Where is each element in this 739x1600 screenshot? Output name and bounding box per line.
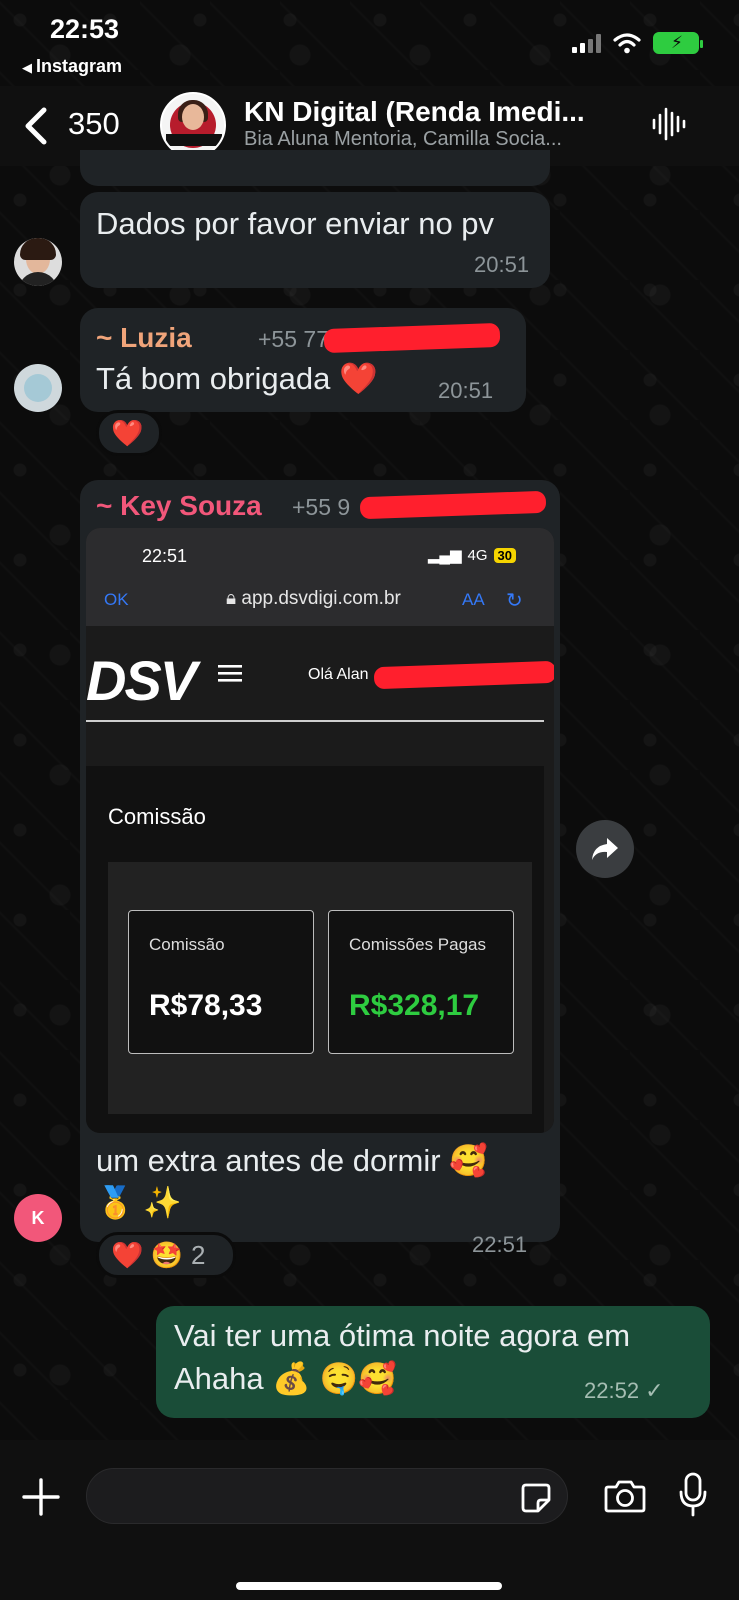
signal-icon [572, 33, 601, 53]
screenshot-url: 🔒︎ app.dsvdigi.com.br [226, 588, 401, 610]
avatar-letter: K [31, 1207, 45, 1228]
message-time: 20:51 [438, 378, 494, 403]
message-bubble[interactable]: Dados por favor enviar no pv 20:51 [80, 192, 550, 288]
message-reactions[interactable]: ❤️ 🤩 2 [96, 1232, 236, 1278]
group-avatar[interactable] [160, 92, 226, 158]
message-text-line2: Ahaha 💰 🤤🥰 [174, 1361, 397, 1396]
screenshot-network-label: 4G [467, 546, 488, 564]
commission-stat: Comissão R$78,33 [128, 910, 314, 1054]
stat-value: R$328,17 [349, 989, 480, 1022]
screenshot-battery: 30 [493, 547, 516, 563]
screenshot-ok: OK [104, 590, 129, 609]
group-title[interactable]: KN Digital (Renda Imedi... [244, 96, 624, 128]
screenshot-page: DSV Olá Alan Comissão Comissão R$78,33 C… [86, 626, 554, 1133]
battery-charging-icon: ⚡ [653, 32, 703, 54]
sender-name[interactable]: ~ Key Souza [96, 490, 262, 522]
screenshot-network: ▂▄▆ 4G 30 [428, 546, 516, 564]
hamburger-menu-icon [218, 665, 242, 682]
forward-arrow-icon [592, 838, 618, 860]
status-icons: ⚡ [572, 32, 703, 54]
redaction-mark [373, 660, 554, 690]
message-time: 20:51 [474, 252, 530, 277]
message-input[interactable] [86, 1468, 568, 1524]
back-to-instagram[interactable]: ◀ Instagram [22, 56, 122, 77]
composer-bar [0, 1440, 739, 1600]
screenshot-time: 22:51 [142, 546, 188, 566]
screenshot-url-text: app.dsvdigi.com.br [241, 588, 401, 609]
commission-panel: Comissão R$78,33 Comissões Pagas R$328,1… [108, 862, 532, 1114]
wifi-icon [613, 33, 641, 54]
outgoing-message-bubble[interactable]: Vai ter uma ótima noite agora em Ahaha 💰… [156, 1306, 710, 1418]
stat-label: Comissão [149, 935, 225, 954]
plus-icon[interactable] [22, 1478, 60, 1516]
forward-button[interactable] [576, 820, 634, 878]
commission-card: Comissão Comissão R$78,33 Comissões Paga… [86, 766, 544, 1133]
screenshot-divider [86, 720, 544, 722]
message-time: 22:51 [472, 1232, 528, 1257]
sender-avatar-1[interactable] [14, 238, 62, 286]
stat-label: Comissões Pagas [349, 935, 487, 954]
message-reaction[interactable]: ❤️ [96, 410, 162, 456]
back-triangle-icon: ◀ [22, 60, 32, 75]
sender-name[interactable]: ~ Luzia [96, 322, 192, 354]
message-bubble[interactable]: ~ Luzia +55 77 9 Tá bom obrigada ❤️ 20:5… [80, 308, 526, 412]
home-indicator [236, 1582, 502, 1590]
reload-icon: ↻ [506, 590, 523, 612]
sender-phone: +55 9 [292, 494, 351, 520]
status-time: 22:53 [50, 14, 120, 44]
sticker-icon[interactable] [520, 1482, 552, 1514]
message-text-line1: Vai ter uma ótima noite agora em [174, 1318, 631, 1353]
back-chevron-icon[interactable] [22, 106, 52, 146]
stat-value: R$78,33 [149, 989, 263, 1022]
redaction-mark [323, 322, 501, 354]
message-caption-emojis: 🥇 ✨ [96, 1185, 182, 1220]
camera-icon[interactable] [604, 1478, 646, 1514]
commission-title: Comissão [108, 804, 206, 829]
message-text: Dados por favor enviar no pv [96, 206, 495, 241]
sender-avatar-luzia[interactable] [14, 364, 62, 412]
group-members[interactable]: Bia Aluna Mentoria, Camilla Socia... [244, 128, 624, 151]
reaction-emoji: ❤️ [111, 417, 144, 448]
voice-chat-icon[interactable] [651, 106, 687, 142]
status-bar: 22:53 ◀ Instagram ⚡ [0, 0, 739, 90]
back-app-label: Instagram [36, 56, 123, 76]
reaction-count: 2 [190, 1239, 206, 1270]
microphone-icon[interactable] [678, 1472, 708, 1518]
reaction-emojis: ❤️ 🤩 [111, 1239, 183, 1270]
sender-avatar-k[interactable]: K [14, 1194, 62, 1242]
dsv-logo: DSV [86, 649, 197, 712]
message-time-read: 22:52 ✓ [584, 1378, 664, 1403]
screenshot-greeting: Olá Alan [308, 666, 369, 683]
message-caption: um extra antes de dormir 🥰 [96, 1143, 488, 1178]
previous-message-bubble [80, 150, 550, 186]
lock-icon: 🔒︎ [226, 588, 237, 609]
screenshot-signal-icon: ▂▄▆ [427, 547, 462, 564]
shared-screenshot-image[interactable]: 22:51 ▂▄▆ 4G 30 OK 🔒︎ app.dsvdigi.com.br… [86, 528, 554, 1133]
unread-count[interactable]: 350 [68, 106, 120, 142]
screenshot-browser-bar: 22:51 ▂▄▆ 4G 30 OK 🔒︎ app.dsvdigi.com.br… [86, 528, 554, 626]
screenshot-text-size: AA [462, 590, 485, 609]
paid-commissions-stat: Comissões Pagas R$328,17 [328, 910, 514, 1054]
redaction-mark [359, 490, 547, 520]
message-text: Tá bom obrigada ❤️ [96, 361, 378, 396]
